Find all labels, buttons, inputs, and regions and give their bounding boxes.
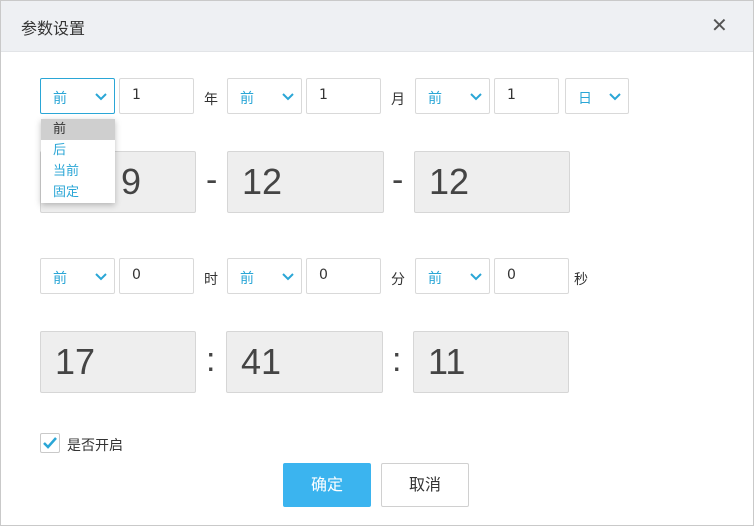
second-offset-field[interactable] <box>507 267 562 283</box>
date-year-value: 9 <box>121 161 142 202</box>
cancel-button[interactable]: 取消 <box>381 463 469 507</box>
day-direction-select[interactable]: 前 <box>415 78 490 114</box>
time-separator: : <box>392 341 402 379</box>
time-second-value: 11 <box>428 341 466 382</box>
chevron-down-icon <box>282 273 294 281</box>
day-unit-select[interactable]: 日 <box>565 78 629 114</box>
minute-direction-select[interactable]: 前 <box>227 258 302 294</box>
minute-offset-field[interactable] <box>319 267 374 283</box>
enable-label: 是否开启 <box>67 438 123 454</box>
date-day-value: 12 <box>429 161 470 202</box>
chevron-down-icon <box>609 93 621 101</box>
dropdown-option-before[interactable]: 前 <box>41 119 115 140</box>
day-direction-value: 前 <box>428 91 442 107</box>
chevron-down-icon <box>282 93 294 101</box>
time-minute-display: 41 <box>226 331 383 393</box>
chevron-down-icon <box>95 93 107 101</box>
hour-offset-input[interactable] <box>119 258 194 294</box>
confirm-button[interactable]: 确定 <box>283 463 371 507</box>
year-unit-label: 年 <box>204 92 218 108</box>
year-direction-select[interactable]: 前 <box>40 78 115 114</box>
date-month-display: 12 <box>227 151 384 213</box>
date-separator: - <box>206 161 218 199</box>
chevron-down-icon <box>470 93 482 101</box>
dialog-header: 参数设置 ✕ <box>1 1 753 52</box>
second-offset-input[interactable] <box>494 258 569 294</box>
hour-direction-select[interactable]: 前 <box>40 258 115 294</box>
year-offset-input[interactable] <box>119 78 194 114</box>
chevron-down-icon <box>470 273 482 281</box>
dialog-title: 参数设置 <box>21 19 86 38</box>
settings-dialog: 参数设置 ✕ 前 年 前 月 前 日 9 - 12 - 12 前 后 <box>0 0 754 526</box>
day-offset-input[interactable] <box>494 78 559 114</box>
day-unit-value: 日 <box>578 91 592 107</box>
month-offset-field[interactable] <box>319 87 374 103</box>
hour-unit-label: 时 <box>204 272 218 288</box>
time-hour-value: 17 <box>55 341 96 382</box>
dropdown-option-current[interactable]: 当前 <box>41 161 115 182</box>
second-direction-value: 前 <box>428 271 442 287</box>
close-icon[interactable]: ✕ <box>711 13 728 37</box>
date-month-value: 12 <box>242 161 283 202</box>
hour-direction-value: 前 <box>53 271 67 287</box>
time-hour-display: 17 <box>40 331 196 393</box>
enable-checkbox[interactable] <box>40 433 60 453</box>
time-separator: : <box>206 341 216 379</box>
month-direction-value: 前 <box>240 91 254 107</box>
dropdown-option-after[interactable]: 后 <box>41 140 115 161</box>
minute-direction-value: 前 <box>240 271 254 287</box>
hour-offset-field[interactable] <box>132 267 187 283</box>
month-direction-select[interactable]: 前 <box>227 78 302 114</box>
dropdown-option-fixed[interactable]: 固定 <box>41 182 115 203</box>
year-direction-value: 前 <box>53 91 67 107</box>
check-icon <box>43 437 57 449</box>
minute-unit-label: 分 <box>391 272 405 288</box>
second-unit-label: 秒 <box>574 272 588 288</box>
time-second-display: 11 <box>413 331 569 393</box>
month-unit-label: 月 <box>391 92 405 108</box>
month-offset-input[interactable] <box>306 78 381 114</box>
direction-dropdown-menu: 前 后 当前 固定 <box>41 119 115 203</box>
chevron-down-icon <box>95 273 107 281</box>
date-day-display: 12 <box>414 151 570 213</box>
minute-offset-input[interactable] <box>306 258 381 294</box>
day-offset-field[interactable] <box>507 87 552 103</box>
year-offset-field[interactable] <box>132 87 187 103</box>
date-separator: - <box>392 161 404 199</box>
time-minute-value: 41 <box>241 341 282 382</box>
second-direction-select[interactable]: 前 <box>415 258 490 294</box>
